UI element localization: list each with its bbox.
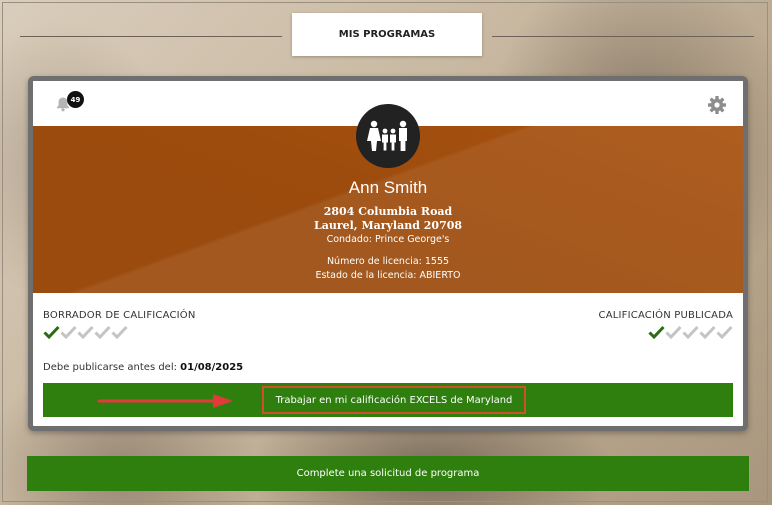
draft-rating-checks: [43, 325, 128, 341]
apply-program-button[interactable]: Complete una solicitud de programa: [27, 456, 749, 491]
published-rating-label: CALIFICACIÓN PUBLICADA: [598, 310, 733, 321]
check-icon: [94, 325, 111, 339]
check-icon: [111, 325, 128, 339]
check-icon: [716, 325, 733, 339]
family-icon: [356, 104, 420, 168]
check-icon: [77, 325, 94, 339]
check-icon: [60, 325, 77, 339]
due-date-value: 01/08/2025: [180, 362, 244, 373]
header-divider-left: [20, 36, 282, 37]
draft-rating-label: BORRADOR DE CALIFICACIÓN: [43, 310, 196, 321]
page-title: MIS PROGRAMAS: [292, 13, 482, 56]
check-icon: [43, 325, 60, 339]
due-date-label: Debe publicarse antes del:: [43, 362, 181, 373]
address-line-2: Laurel, Maryland 20708: [313, 219, 463, 232]
notification-badge[interactable]: 49: [67, 91, 84, 108]
arrow-right-icon: [97, 394, 233, 408]
license-number: Número de licencia: 1555: [326, 256, 450, 267]
work-rating-button[interactable]: Trabajar en mi calificación EXCELS de Ma…: [261, 386, 527, 414]
address-line-1: 2804 Columbia Road: [323, 205, 453, 218]
program-banner: Ann Smith 2804 Columbia Road Laurel, Mar…: [33, 104, 743, 293]
gear-icon[interactable]: [707, 95, 727, 115]
work-rating-bar: Trabajar en mi calificación EXCELS de Ma…: [43, 383, 733, 417]
check-icon: [682, 325, 699, 339]
header-divider-right: [492, 36, 754, 37]
due-date-row: Debe publicarse antes del: 01/08/2025: [43, 362, 243, 373]
published-rating-checks: [648, 325, 733, 341]
county-text: Condado: Prince George's: [326, 234, 450, 245]
check-icon: [665, 325, 682, 339]
license-status: Estado de la licencia: ABIERTO: [315, 270, 461, 281]
program-card: 49 Ann Smith 2804 Columbia Road Laurel, …: [28, 76, 748, 431]
program-name: Ann Smith: [348, 178, 428, 197]
check-icon: [648, 325, 665, 339]
check-icon: [699, 325, 716, 339]
